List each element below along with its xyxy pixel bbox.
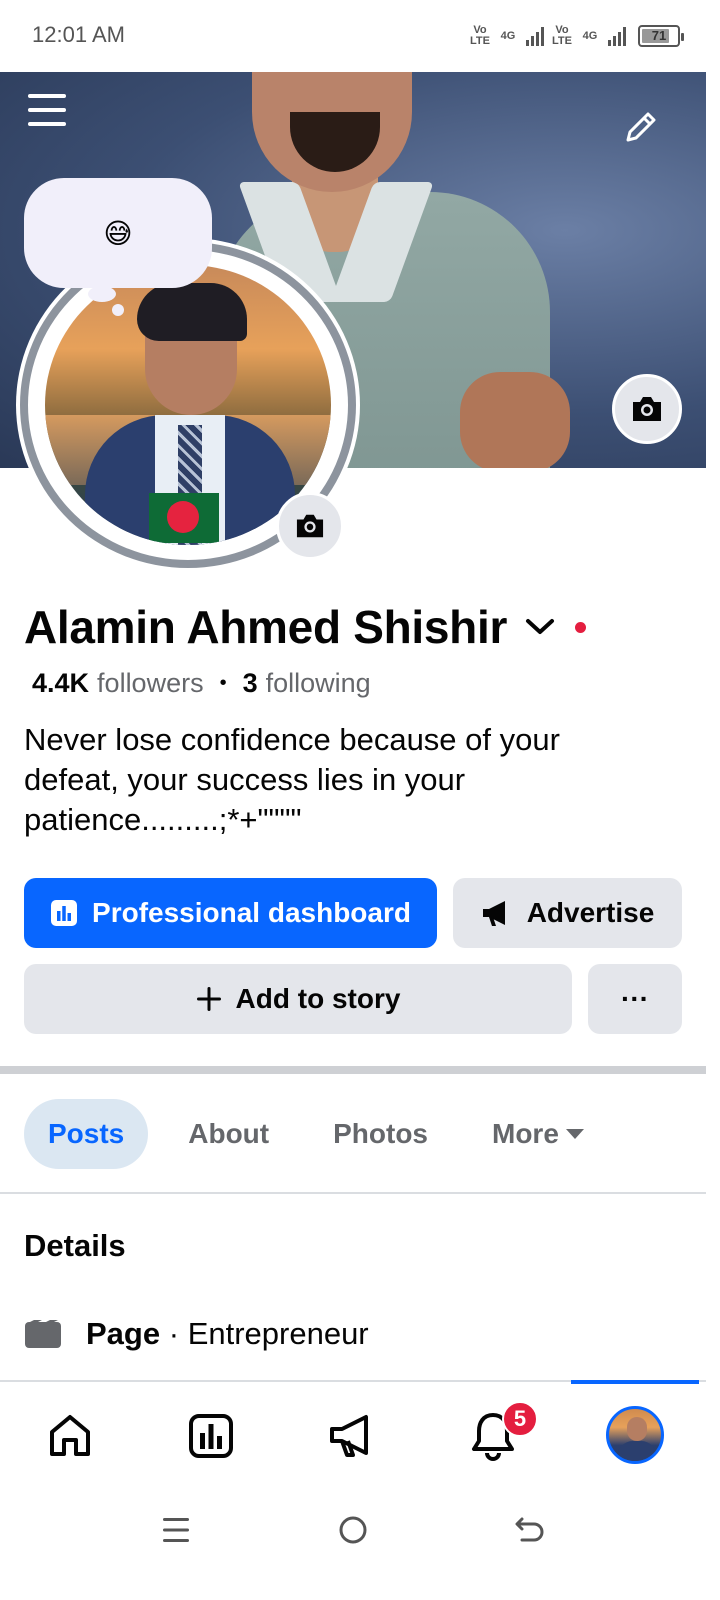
avatar-camera-icon[interactable] [276,492,344,560]
tab-more-label: More [492,1118,559,1149]
profile-name: Alamin Ahmed Shishir [24,601,508,653]
following-count: 3 [242,668,258,698]
recent-apps-icon[interactable] [148,1508,204,1552]
following-label: following [265,668,371,698]
detail-page-category: Page · Entrepreneur [24,1316,369,1352]
home-circle-icon[interactable] [325,1508,381,1552]
add-to-story-button[interactable]: Add to story [24,964,572,1034]
page-flag-icon [25,1320,61,1348]
status-time: 12:01 AM [32,22,125,47]
notifications-badge: 5 [502,1401,538,1437]
tabs-divider [0,1192,706,1194]
professional-dashboard-button[interactable]: Professional dashboard [24,878,437,948]
plus-icon [196,987,221,1011]
stats-separator: • [219,672,227,694]
add-to-story-label: Add to story [235,983,401,1014]
nav-profile-avatar[interactable] [606,1406,664,1464]
edit-pencil-icon[interactable] [614,102,666,154]
nav-active-indicator [571,1380,699,1384]
note-bubble[interactable]: 😅 [24,178,212,288]
followers-count: 4.4K [32,668,90,698]
dashboard-icon [51,900,78,926]
profile-name-row: Alamin Ahmed Shishir [24,600,587,654]
followers-label: followers [97,668,204,698]
tab-more[interactable]: More [468,1099,609,1169]
more-dots-icon: ··· [621,983,649,1014]
more-options-button[interactable]: ··· [588,964,682,1034]
chevron-down-icon[interactable] [523,610,557,644]
nav-dashboard-icon[interactable] [175,1400,247,1472]
tab-about[interactable]: About [164,1099,293,1169]
tab-posts[interactable]: Posts [24,1099,149,1169]
section-divider [0,1066,706,1074]
status-icons: Vo LTE 4G Vo LTE 4G 71 [470,22,684,50]
back-icon[interactable] [502,1508,558,1552]
dashboard-label: Professional dashboard [92,897,411,928]
status-bar: 12:01 AM Vo LTE 4G Vo LTE 4G 71 [0,0,720,72]
follow-stats[interactable]: 4.4K followers • 3 following [32,668,371,699]
details-title: Details [24,1228,126,1263]
battery-level: 71 [651,28,667,43]
profile-bio: Never lose confidence because of your de… [24,722,560,837]
page-label: Page [86,1316,161,1351]
network-type-1: 4G [500,29,516,42]
cover-camera-icon[interactable] [612,374,682,444]
nav-megaphone-icon[interactable] [316,1400,388,1472]
tab-photos[interactable]: Photos [309,1099,452,1169]
battery-icon: 71 [638,25,684,47]
page-category: Entrepreneur [187,1316,369,1351]
note-bubble-tail-dot [112,304,124,316]
caret-down-icon [565,1129,584,1139]
network-type-2: 4G [582,29,598,42]
volte-label-2: Vo LTE [552,24,572,47]
advertise-button[interactable]: Advertise [453,878,682,948]
signal-icon-1 [526,26,544,46]
volte-label-1: Vo LTE [470,24,490,47]
page-separator: · [168,1316,180,1351]
profile-tabs: Posts About Photos More [24,1099,609,1169]
note-bubble-tail [88,286,116,302]
advertise-label: Advertise [526,897,655,928]
note-emoji: 😅 [103,217,133,249]
signal-icon-2 [608,26,626,46]
nav-home-icon[interactable] [34,1400,106,1472]
status-dot [575,621,587,633]
megaphone-icon [482,901,505,926]
menu-icon[interactable] [22,86,72,134]
